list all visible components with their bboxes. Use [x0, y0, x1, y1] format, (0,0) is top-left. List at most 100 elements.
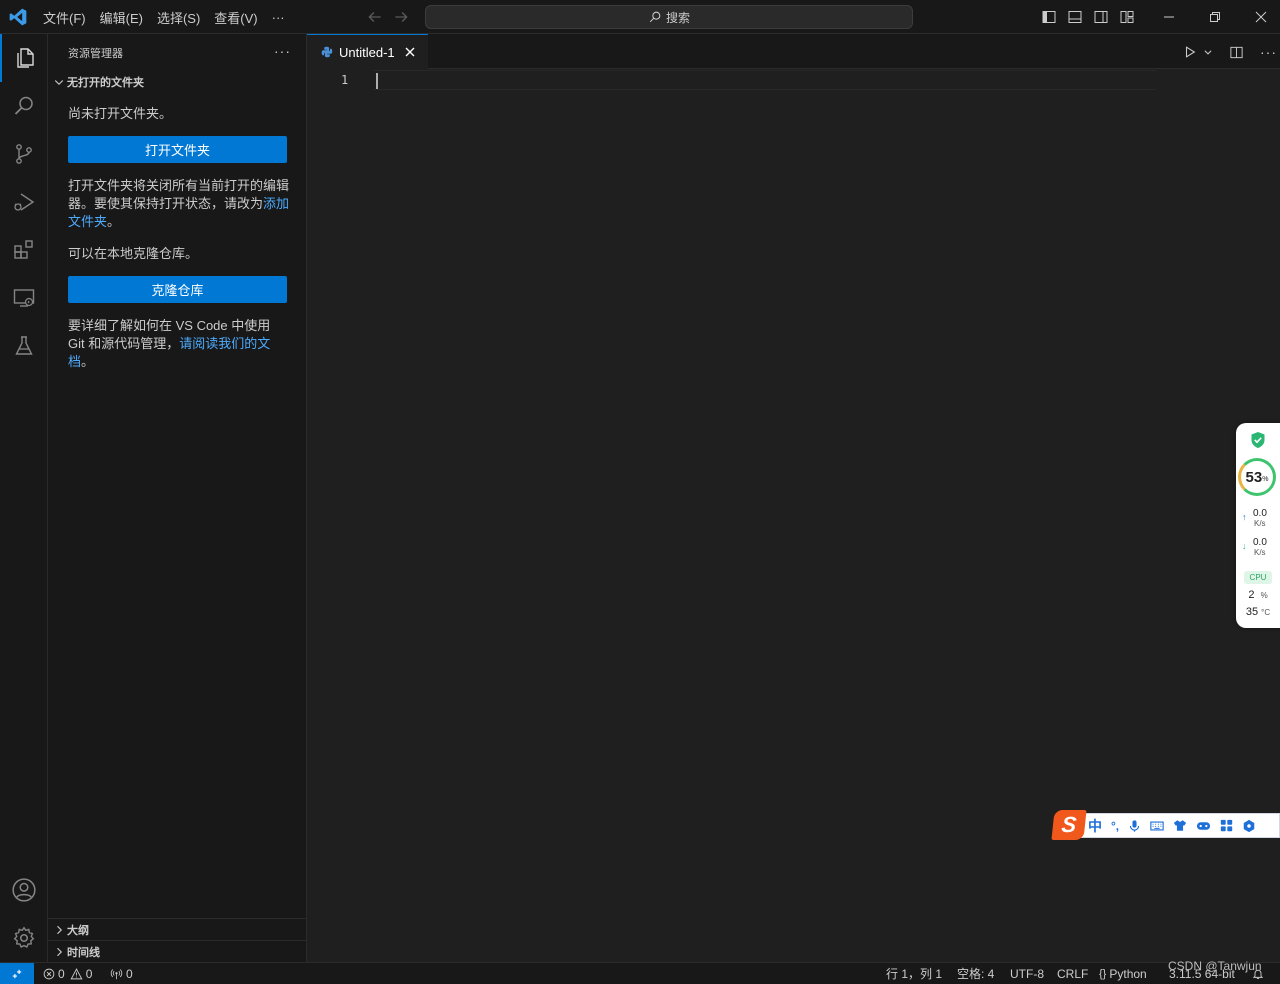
extensions-icon[interactable] — [0, 226, 48, 274]
menu-more[interactable]: ··· — [265, 10, 292, 25]
period-text: 。 — [107, 214, 121, 229]
no-folder-section-header[interactable]: 无打开的文件夹 — [48, 72, 306, 92]
language-label: Python — [1109, 966, 1147, 981]
tab-label: Untitled-1 — [339, 44, 395, 60]
title-bar: 文件(F) 编辑(E) 选择(S) 查看(V) ··· 搜索 — [0, 0, 1280, 34]
source-control-icon[interactable] — [0, 130, 48, 178]
close-window-icon[interactable] — [1238, 0, 1280, 34]
indentation-spaces[interactable]: 空格: 4 — [957, 963, 994, 984]
cpu-temperature: 35 °C — [1236, 606, 1280, 618]
ports-indicator[interactable]: 0 — [110, 963, 133, 984]
file-encoding[interactable]: UTF-8 — [1010, 963, 1044, 984]
run-and-debug-icon[interactable] — [0, 178, 48, 226]
activity-bar — [0, 34, 48, 962]
open-folder-desc-text: 打开文件夹将关闭所有当前打开的编辑器。要使其保持打开状态，请改为 — [68, 178, 290, 211]
account-icon[interactable] — [0, 866, 48, 914]
menu-edit[interactable]: 编辑(E) — [93, 8, 150, 27]
split-editor-icon[interactable] — [1229, 45, 1244, 60]
more-actions-icon[interactable]: ··· — [1260, 44, 1277, 60]
remote-explorer-icon[interactable] — [0, 274, 48, 322]
cpu-usage: 2 % — [1236, 589, 1280, 601]
cpu-usage-unit: % — [1260, 591, 1268, 600]
upload-arrow-icon: ↑ — [1242, 512, 1247, 522]
cpu-label: CPU — [1244, 571, 1272, 584]
sogou-logo[interactable]: S — [1051, 810, 1087, 840]
outline-section-header[interactable]: 大纲 — [48, 918, 306, 941]
clone-text: 可以在本地克隆仓库。 — [68, 246, 199, 261]
download-value: 0.0 — [1253, 537, 1267, 548]
timeline-label: 时间线 — [67, 947, 100, 959]
cpu-usage-value: 2 — [1248, 589, 1255, 601]
sidebar-title: 资源管理器 — [68, 48, 123, 60]
tab-untitled-1[interactable]: Untitled-1 — [307, 34, 428, 69]
sidebar-more-actions-icon[interactable]: ··· — [274, 43, 291, 59]
ports-count: 0 — [126, 966, 133, 981]
download-arrow-icon: ↓ — [1242, 541, 1247, 551]
chevron-right-icon — [57, 925, 63, 935]
error-count: 0 — [58, 966, 65, 981]
keyboard-icon[interactable] — [1150, 820, 1164, 832]
cpu-temp-unit: °C — [1261, 608, 1271, 617]
outline-label: 大纲 — [67, 925, 89, 937]
current-line-highlight — [373, 70, 1156, 90]
editor-tab-bar: Untitled-1 ··· — [307, 34, 1280, 69]
system-monitor-widget[interactable]: 53% ↑ 0.0 K/s ↓ 0.0 K/s CPU 2 % 35 °C — [1236, 423, 1280, 628]
status-bar: 0 0 0 行 1，列 1 空格: 4 UTF-8 CRLF {} Python… — [0, 962, 1280, 984]
clone-repository-button[interactable]: 克隆仓库 — [68, 276, 287, 303]
menu-bar: 文件(F) 编辑(E) 选择(S) 查看(V) ··· — [36, 0, 292, 34]
menu-selection[interactable]: 选择(S) — [150, 8, 207, 27]
memory-percent: 53 — [1245, 468, 1263, 486]
restore-icon[interactable] — [1192, 0, 1238, 34]
period-text: 。 — [81, 354, 95, 369]
upload-speed: ↑ 0.0 K/s — [1242, 509, 1278, 529]
toggle-secondary-sidebar-icon[interactable] — [1093, 9, 1109, 25]
memory-percent-unit: % — [1262, 476, 1269, 483]
toggle-primary-sidebar-icon[interactable] — [1041, 9, 1057, 25]
problems-indicator[interactable]: 0 0 — [43, 963, 92, 984]
toggle-panel-icon[interactable] — [1067, 9, 1083, 25]
run-dropdown-chevron-icon[interactable] — [1203, 47, 1213, 57]
testing-flask-icon[interactable] — [0, 322, 48, 370]
remote-indicator-icon[interactable] — [0, 963, 34, 984]
microphone-icon[interactable] — [1128, 819, 1141, 833]
skin-shirt-icon[interactable] — [1173, 819, 1187, 832]
window-controls — [1146, 0, 1280, 34]
cursor-position[interactable]: 行 1，列 1 — [886, 963, 942, 984]
ime-punctuation-toggle[interactable]: °, — [1111, 819, 1119, 833]
forward-arrow-icon[interactable] — [392, 8, 410, 26]
download-speed: ↓ 0.0 K/s — [1242, 538, 1278, 558]
search-icon — [648, 10, 662, 24]
git-description: 要详细了解如何在 VS Code 中使用 Git 和源代码管理，请阅读我们的文档… — [68, 317, 290, 371]
navigation-buttons — [366, 8, 410, 26]
broadcast-icon — [110, 968, 123, 980]
end-of-line[interactable]: CRLF — [1057, 963, 1088, 984]
tab-close-icon[interactable] — [404, 46, 416, 58]
run-python-file-icon[interactable] — [1183, 45, 1197, 59]
text-cursor — [376, 73, 378, 89]
toolbox-grid-icon[interactable] — [1220, 819, 1233, 832]
open-folder-button[interactable]: 打开文件夹 — [68, 136, 287, 163]
ime-settings-icon[interactable] — [1242, 819, 1256, 833]
manage-gear-icon[interactable] — [0, 914, 48, 962]
game-controller-icon[interactable] — [1196, 820, 1211, 832]
ime-mode-toggle[interactable]: 中 — [1088, 816, 1102, 836]
language-mode[interactable]: {} Python — [1099, 963, 1147, 984]
error-icon — [43, 968, 55, 980]
menu-file[interactable]: 文件(F) — [36, 8, 93, 27]
explorer-sidebar: 资源管理器 ··· 无打开的文件夹 尚未打开文件夹。 打开文件夹 打开文件夹将关… — [48, 34, 307, 962]
menu-view[interactable]: 查看(V) — [207, 8, 264, 27]
layout-controls — [1041, 9, 1135, 25]
customize-layout-icon[interactable] — [1119, 9, 1135, 25]
minimize-icon[interactable] — [1146, 0, 1192, 34]
ime-toolbar[interactable]: 中 °, S — [1051, 810, 1280, 840]
braces-icon: {} — [1099, 967, 1107, 980]
watermark-text: CSDN @Tanwjun — [1168, 959, 1262, 973]
back-arrow-icon[interactable] — [366, 8, 384, 26]
upload-value: 0.0 — [1253, 508, 1267, 519]
search-view-icon[interactable] — [0, 82, 48, 130]
command-center-search[interactable]: 搜索 — [425, 5, 913, 29]
chevron-right-icon — [57, 947, 63, 957]
security-shield-icon — [1250, 431, 1266, 449]
timeline-section-header[interactable]: 时间线 — [48, 940, 306, 963]
explorer-icon[interactable] — [0, 34, 48, 82]
